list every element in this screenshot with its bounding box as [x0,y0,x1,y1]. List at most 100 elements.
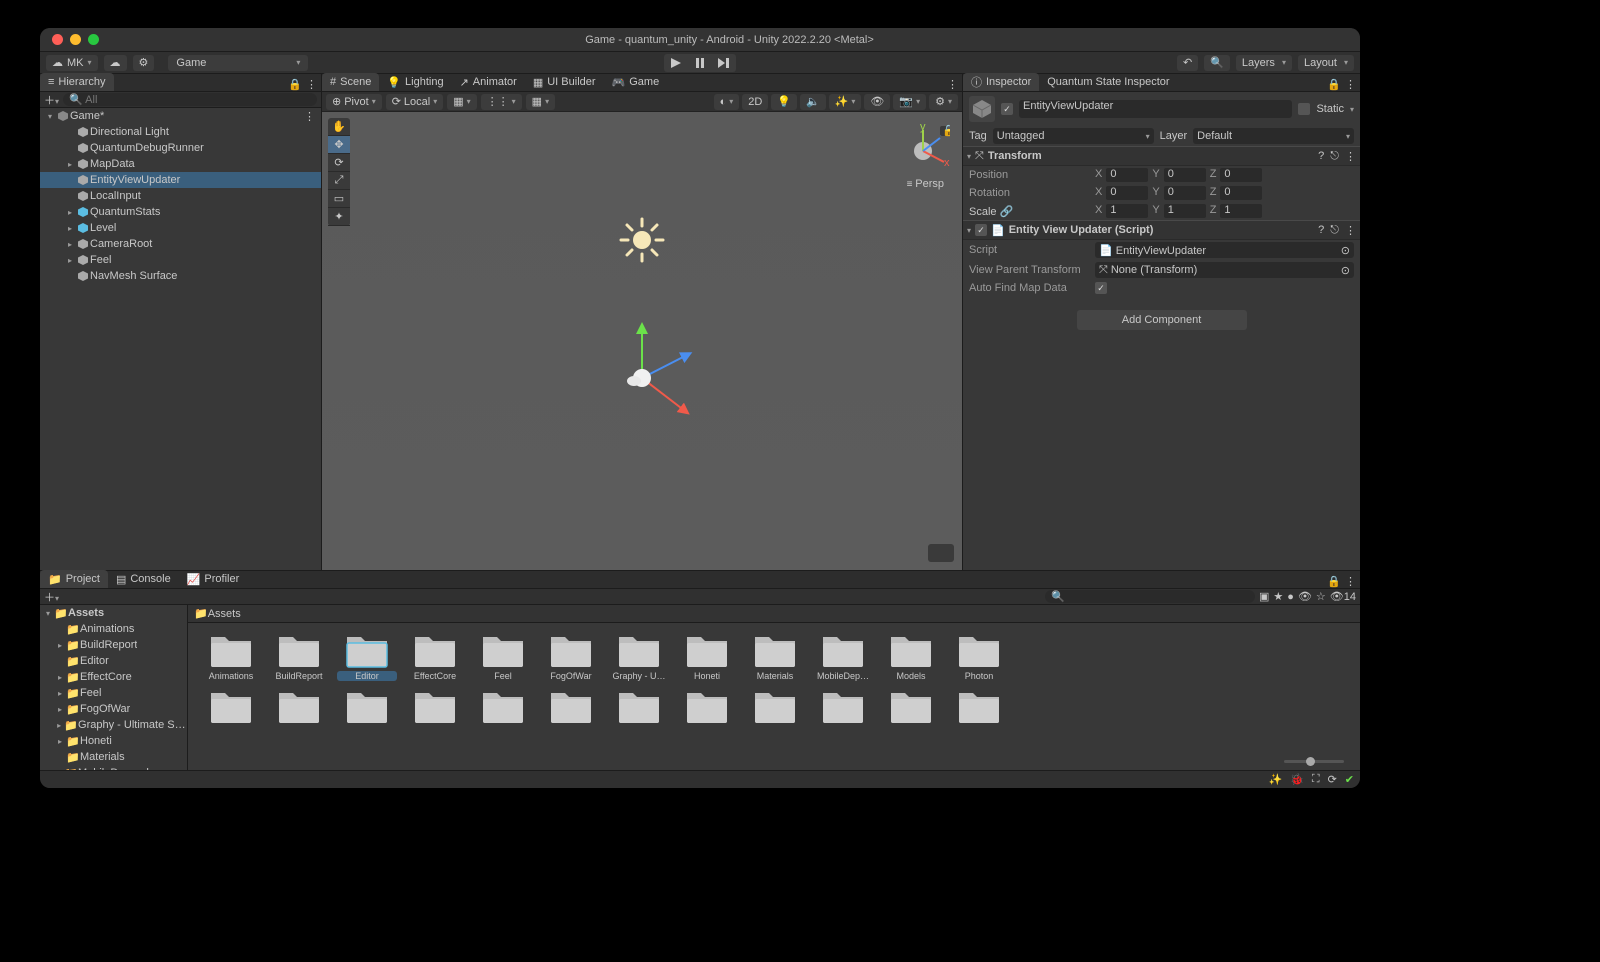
asset-folder[interactable]: Animations [200,631,262,681]
gameobject-active-checkbox[interactable] [1001,103,1013,115]
grid-size-slider[interactable] [188,752,1360,770]
gizmos-toggle[interactable]: ⚙▾ [929,94,958,110]
menu-icon[interactable]: ⋮ [1345,150,1356,163]
play-button[interactable] [665,55,687,71]
auto-refresh-icon[interactable]: ✨ [1268,773,1282,786]
fx-toggle[interactable]: ✨▾ [829,94,862,110]
asset-grid[interactable]: AnimationsBuildReportEditorEffectCoreFee… [188,623,1360,752]
asset-folder[interactable] [200,687,262,727]
asset-folder[interactable] [268,687,330,727]
lock-icon[interactable]: 🔒 [1327,78,1341,91]
project-tree-item[interactable]: 📁Editor [40,653,187,669]
asset-folder[interactable]: Photon [948,631,1010,681]
lock-icon[interactable]: 🔒 [1327,575,1341,588]
hierarchy-item[interactable]: ▸Level [40,220,321,236]
position-y[interactable]: 0 [1164,168,1206,182]
project-tree-root[interactable]: ▾📁 Assets [40,605,187,621]
move-tool[interactable]: ✥ [328,136,350,154]
scene-camera-preview-icon[interactable] [928,544,954,562]
gameobject-icon[interactable] [969,96,995,122]
undo-history-button[interactable]: ↶ [1177,55,1198,71]
hierarchy-search[interactable]: 🔍 All [63,93,317,106]
hierarchy-item[interactable]: ▸QuantumStats [40,204,321,220]
hierarchy-scene-root[interactable]: ▾ Game* ⋮ [40,108,321,124]
audio-toggle[interactable]: 🔈 [800,94,826,110]
tab-scene[interactable]: #Scene [322,73,379,91]
hierarchy-item[interactable]: ▸Feel [40,252,321,268]
component-enabled-checkbox[interactable] [975,224,987,236]
tab-profiler[interactable]: 📈Profiler [179,570,248,588]
script-field[interactable]: 📄 EntityViewUpdater⊙ [1095,242,1354,258]
transform-component-header[interactable]: ▾ ⤧ Transform ?⎋⋮ [963,146,1360,166]
project-tree-item[interactable]: ▸📁FogOfWar [40,701,187,717]
rotation-x[interactable]: 0 [1106,186,1148,200]
help-icon[interactable]: ? [1318,224,1324,237]
settings-button[interactable]: ⚙ [133,55,155,71]
play-target-dropdown[interactable]: Game▾ [168,55,308,71]
hierarchy-item[interactable]: ▸CameraRoot [40,236,321,252]
asset-folder[interactable]: BuildReport [268,631,330,681]
asset-folder[interactable]: MobileDep… [812,631,874,681]
asset-folder[interactable] [540,687,602,727]
move-gizmo[interactable] [587,313,697,423]
context-menu-icon[interactable]: ⋮ [947,78,958,91]
scale-x[interactable]: 1 [1106,204,1148,218]
tab-lighting[interactable]: 💡Lighting [379,73,451,91]
maximize-icon[interactable] [88,34,99,45]
transform-tool[interactable]: ✦ [328,208,350,226]
visibility-toggle[interactable]: 👁 [864,94,890,110]
scene-view[interactable]: ✋ ✥ ⟳ ⤢ ▭ ✦ y x z 🔒 ≡ Persp [322,112,962,570]
asset-folder[interactable]: FogOfWar [540,631,602,681]
projection-label[interactable]: ≡ Persp [907,178,944,190]
project-tree-item[interactable]: ▸📁Feel [40,685,187,701]
rotate-tool[interactable]: ⟳ [328,154,350,172]
project-tree-item[interactable]: 📁Animations [40,621,187,637]
project-tree-item[interactable]: ▸📁EffectCore [40,669,187,685]
asset-folder[interactable] [744,687,806,727]
project-tree-item[interactable]: ▸📁Graphy - Ultimate Stats M [40,717,187,733]
object-picker-icon[interactable]: ⊙ [1341,264,1350,277]
context-menu-icon[interactable]: ⋮ [306,78,317,91]
project-search[interactable]: 🔍 [1045,590,1255,603]
gameobject-name-input[interactable]: EntityViewUpdater [1019,100,1292,118]
search-by-type-icon[interactable]: ▣ [1259,590,1269,603]
project-tree-item[interactable]: 📁Materials [40,749,187,765]
cache-icon[interactable]: ⛶ [1312,773,1320,786]
2d-toggle[interactable]: 2D [742,94,768,110]
project-tree-item[interactable]: ▸📁Honeti [40,733,187,749]
hierarchy-item[interactable]: NavMesh Surface [40,268,321,284]
menu-icon[interactable]: ⋮ [1345,224,1356,237]
save-search-icon[interactable]: ● [1287,591,1294,603]
position-x[interactable]: 0 [1106,168,1148,182]
camera-toggle[interactable]: 📷▾ [893,94,926,110]
asset-folder[interactable]: Materials [744,631,806,681]
scale-tool[interactable]: ⤢ [328,172,350,190]
static-checkbox[interactable] [1298,103,1310,115]
asset-folder[interactable]: Honeti [676,631,738,681]
preset-icon[interactable]: ⎋ [1330,224,1339,237]
breadcrumb[interactable]: 📁 Assets [188,605,1360,623]
asset-folder[interactable]: Graphy - U… [608,631,670,681]
scale-y[interactable]: 1 [1164,204,1206,218]
tab-ui-builder[interactable]: ▦UI Builder [525,73,604,91]
asset-folder[interactable] [676,687,738,727]
hierarchy-item[interactable]: EntityViewUpdater [40,172,321,188]
layers-dropdown[interactable]: Layers [1236,55,1292,71]
hierarchy-item[interactable]: Directional Light [40,124,321,140]
close-icon[interactable] [52,34,63,45]
grid-snap-button[interactable]: ▦▾ [447,94,476,110]
pause-button[interactable] [689,55,711,71]
layout-dropdown[interactable]: Layout [1298,55,1354,71]
hidden-packages-icon[interactable]: 👁 [1298,590,1312,603]
hierarchy-item[interactable]: QuantumDebugRunner [40,140,321,156]
snap-increment-button[interactable]: ⋮⋮▾ [481,94,522,110]
hierarchy-tree[interactable]: ▾ Game* ⋮ Directional LightQuantumDebugR… [40,108,321,570]
tab-console[interactable]: ▤Console [108,570,179,588]
draw-mode-button[interactable]: ◐▾ [714,94,740,110]
asset-folder[interactable] [608,687,670,727]
asset-folder[interactable] [472,687,534,727]
rotation-z[interactable]: 0 [1220,186,1262,200]
check-icon[interactable]: ✔ [1345,773,1354,786]
position-z[interactable]: 0 [1220,168,1262,182]
layer-dropdown[interactable]: Default▾ [1193,128,1354,144]
